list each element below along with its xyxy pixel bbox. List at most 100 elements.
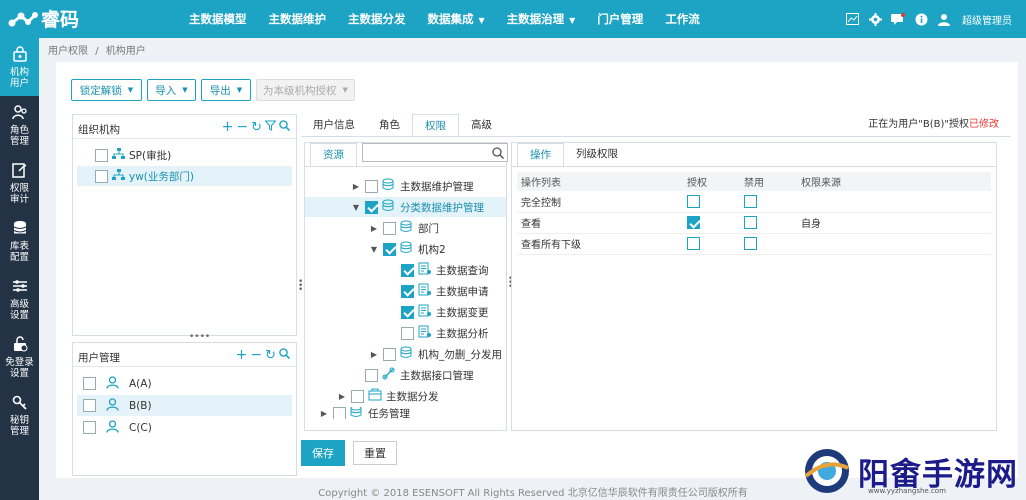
resource-tree-node[interactable]: ▶ 任务管理 [305, 407, 506, 419]
reset-button[interactable]: 重置 [353, 441, 397, 465]
user-list-item[interactable]: C(C) [77, 417, 292, 438]
search-icon[interactable] [492, 147, 504, 159]
resource-tree-node[interactable]: ▶ 机构_勿删_分发用 [305, 344, 506, 364]
tab-0[interactable]: 用户信息 [301, 114, 367, 137]
user-list-item[interactable]: B(B) [77, 395, 292, 416]
info-icon[interactable] [914, 12, 928, 26]
deny-checkbox[interactable] [744, 216, 757, 229]
minus-icon[interactable]: − [236, 119, 248, 135]
grant-org-button[interactable]: 为本级机构授权 ▼ [256, 79, 355, 101]
nav-item[interactable]: 门户管理 [586, 0, 654, 38]
checkbox[interactable] [83, 377, 96, 390]
resource-tree-node[interactable]: ▶ 主数据分发 [305, 386, 506, 406]
checkbox[interactable] [401, 284, 414, 298]
checkbox[interactable] [365, 200, 378, 214]
breadcrumb-parent[interactable]: 用户权限 [48, 46, 88, 57]
import-button[interactable]: 导入 ▼ [147, 79, 196, 101]
collapsed-icon[interactable]: ▶ [351, 182, 361, 191]
checkbox[interactable] [95, 169, 108, 183]
user-list-item[interactable]: A(A) [77, 373, 292, 394]
ops-tab-0[interactable]: 操作 [517, 143, 564, 167]
checkbox[interactable] [365, 179, 378, 193]
resource-tree-node[interactable]: ▶ 主数据维护管理 [305, 176, 506, 196]
checkbox[interactable] [333, 407, 346, 419]
resource-tree-node[interactable]: ▶ 部门 [305, 218, 506, 238]
expanded-icon[interactable]: ▼ [369, 245, 379, 254]
sidebar-item-label: 机构 用户 [9, 66, 29, 89]
nav-item[interactable]: 主数据模型 [178, 0, 258, 38]
export-button[interactable]: 导出 ▼ [201, 79, 251, 101]
chart-icon[interactable] [845, 12, 859, 26]
refresh-icon[interactable]: ↻ [265, 348, 276, 363]
nav-item[interactable]: 主数据维护 [258, 0, 338, 38]
checkbox[interactable] [83, 399, 96, 412]
document-icon [418, 283, 432, 299]
logo[interactable]: 睿码 [8, 5, 79, 32]
checkbox[interactable] [401, 263, 414, 277]
sidebar-item[interactable]: 秘钥 管理 [0, 386, 39, 444]
search-icon[interactable] [279, 347, 291, 363]
gear-icon[interactable] [868, 12, 882, 26]
horizontal-splitter[interactable]: •••• [189, 333, 210, 342]
sidebar-item[interactable]: 权限 审计 [0, 154, 39, 212]
checkbox[interactable] [383, 242, 396, 256]
expanded-icon[interactable]: ▼ [351, 203, 361, 212]
tab-2[interactable]: 权限 [412, 114, 459, 137]
resource-tree-node[interactable]: 主数据变更 [305, 302, 506, 322]
tab-3[interactable]: 高级 [459, 114, 504, 137]
search-icon[interactable] [279, 119, 291, 135]
nav-item[interactable]: 数据集成 ▼ [417, 0, 496, 38]
checkbox[interactable] [383, 347, 396, 361]
filter-icon[interactable] [264, 119, 277, 135]
org-tree-item[interactable]: SP(审批) [77, 145, 292, 165]
checkbox[interactable] [95, 148, 108, 162]
resource-tree-node[interactable]: ▼ 机构2 [305, 239, 506, 259]
sidebar-item[interactable]: 免登录 设置 [0, 328, 39, 386]
message-icon[interactable] [891, 12, 905, 26]
checkbox[interactable] [83, 421, 96, 434]
collapsed-icon[interactable]: ▶ [319, 409, 329, 418]
collapsed-icon[interactable]: ▶ [337, 392, 347, 401]
resource-tree-node[interactable]: 主数据查询 [305, 260, 506, 280]
save-button[interactable]: 保存 [301, 440, 345, 466]
checkbox[interactable] [401, 305, 414, 319]
add-icon[interactable]: + [236, 347, 248, 363]
collapsed-icon[interactable]: ▶ [369, 350, 379, 359]
nav-item[interactable]: 工作流 [654, 0, 711, 38]
lock-unlock-button[interactable]: 锁定解锁 ▼ [71, 79, 142, 101]
checkbox[interactable] [351, 389, 364, 403]
minus-icon[interactable]: − [250, 347, 262, 363]
deny-checkbox[interactable] [744, 237, 757, 250]
unlock-icon [12, 335, 28, 357]
refresh-icon[interactable]: ↻ [251, 120, 262, 135]
sidebar-item[interactable]: 高级 设置 [0, 270, 39, 328]
resource-tree-node[interactable]: 主数据接口管理 [305, 365, 506, 385]
resource-tree-node[interactable]: 主数据分析 [305, 323, 506, 343]
collapsed-icon[interactable]: ▶ [369, 224, 379, 233]
sidebar-item[interactable]: 机构 用户 [0, 38, 39, 96]
grant-checkbox[interactable] [687, 194, 700, 208]
grant-checkbox[interactable] [687, 237, 700, 250]
sidebar: 机构 用户角色 管理 权限 审计 库表 配置 高级 设置 免登录 设置 秘钥 管理 [0, 38, 39, 500]
vertical-splitter[interactable]: ••• [298, 278, 303, 295]
sidebar-item[interactable]: 角色 管理 [0, 96, 39, 154]
checkbox[interactable] [365, 368, 378, 382]
tab-resource[interactable]: 资源 [310, 143, 357, 167]
checkbox[interactable] [383, 221, 396, 235]
chevron-down-icon: ▼ [236, 86, 243, 94]
resource-search-input[interactable] [362, 143, 508, 162]
grant-checkbox[interactable] [687, 216, 700, 229]
nav-item[interactable]: 主数据分发 [337, 0, 417, 38]
checkbox[interactable] [401, 326, 414, 340]
deny-checkbox[interactable] [744, 194, 757, 208]
nav-item[interactable]: 主数据治理 ▼ [496, 0, 587, 38]
org-tree-item[interactable]: yw(业务部门) [77, 166, 292, 186]
add-icon[interactable]: + [222, 119, 234, 135]
ops-tab-1[interactable]: 列级权限 [564, 143, 630, 167]
user-name[interactable]: 超级管理员 [962, 12, 1012, 27]
resource-tree-node[interactable]: ▼ 分类数据维护管理 [305, 197, 506, 217]
user-icon[interactable] [937, 12, 951, 26]
resource-tree-node[interactable]: 主数据申请 [305, 281, 506, 301]
tab-1[interactable]: 角色 [367, 114, 412, 137]
sidebar-item[interactable]: 库表 配置 [0, 212, 39, 270]
